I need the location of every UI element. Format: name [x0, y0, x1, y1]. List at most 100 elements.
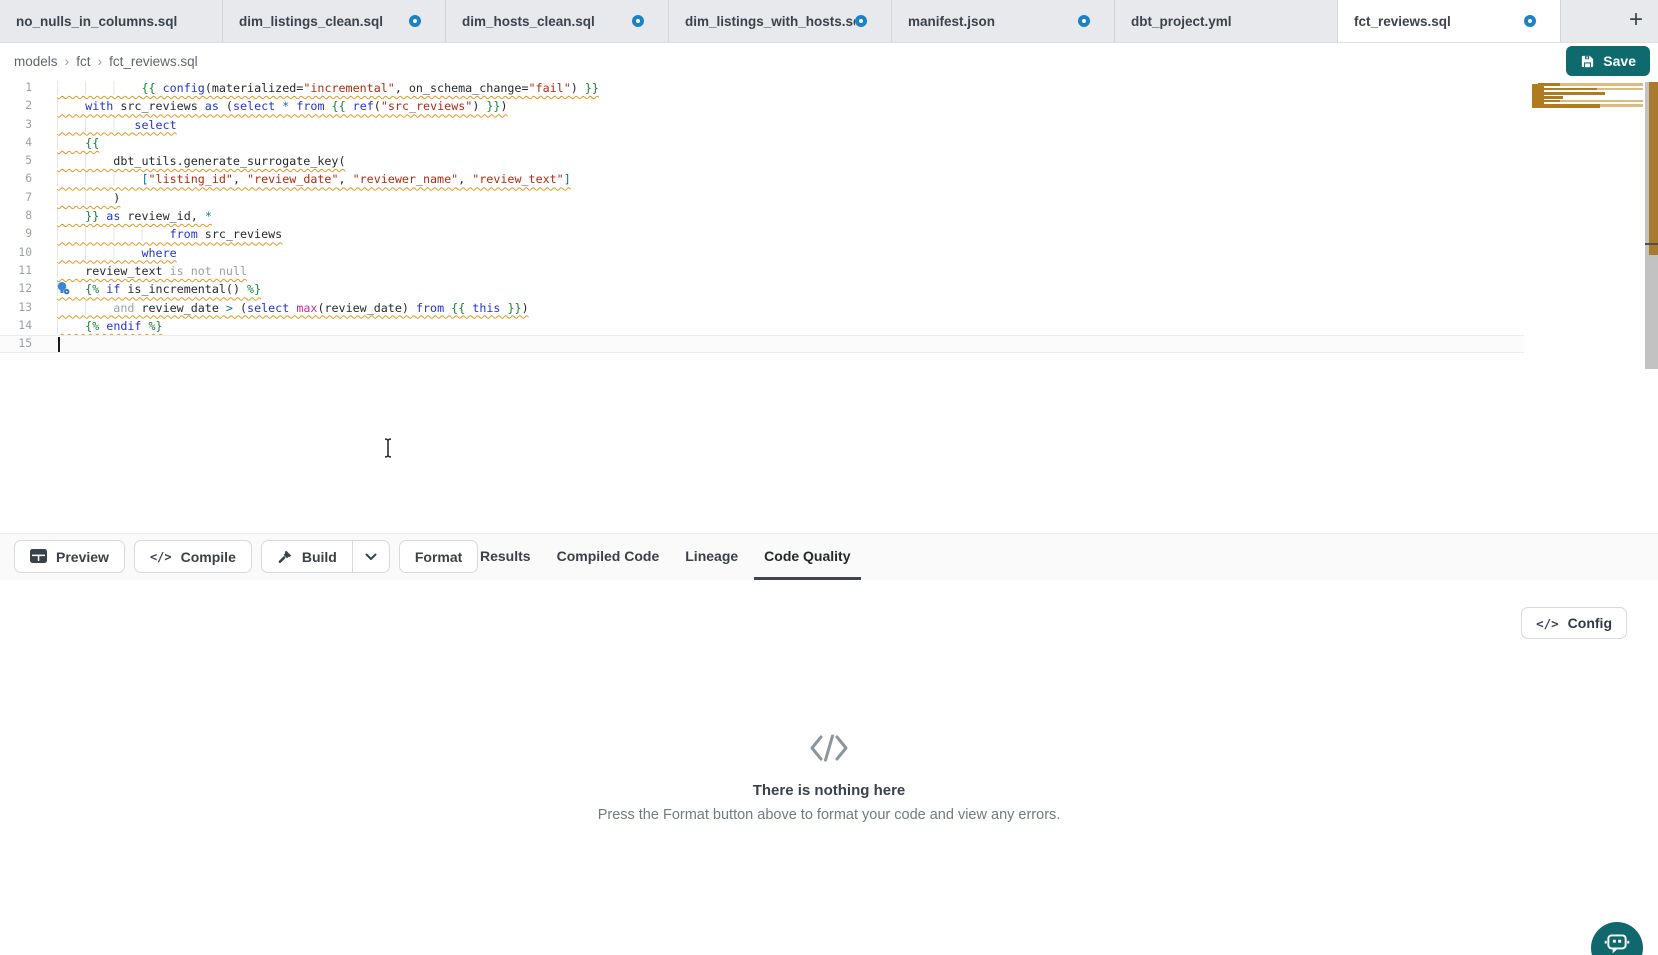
tab-label: fct_reviews.sql — [1354, 14, 1451, 29]
save-button[interactable]: Save — [1566, 46, 1650, 76]
code-line[interactable]: 15 — [0, 335, 1524, 353]
unsaved-changes-dot-icon — [409, 15, 421, 27]
editor-tab-dim_hosts_clean.sql[interactable]: dim_hosts_clean.sql — [446, 0, 669, 42]
line-number: 8 — [0, 207, 32, 225]
editor-vertical-scrollbar[interactable] — [1645, 82, 1658, 369]
new-tab-button[interactable]: + — [1622, 6, 1650, 34]
minimap-line — [1532, 92, 1605, 95]
empty-state: There is nothing here Press the Format b… — [0, 732, 1658, 823]
save-label: Save — [1603, 53, 1636, 69]
editor-tab-dbt_project.yml[interactable]: dbt_project.yml — [1115, 0, 1338, 42]
empty-state-subtitle: Press the Format button above to format … — [0, 807, 1658, 823]
breadcrumb-separator: › — [65, 53, 70, 69]
panel-tab-lineage[interactable]: Lineage — [675, 534, 748, 580]
panel-tab-compiled-code[interactable]: Compiled Code — [547, 534, 670, 580]
code-line[interactable]: 13 and review_date > (select max(review_… — [0, 299, 1524, 317]
tab-label: dim_listings_with_hosts.sql — [685, 14, 855, 29]
editor-tab-dim_listings_with_hosts.sql[interactable]: dim_listings_with_hosts.sql — [669, 0, 892, 42]
line-number: 4 — [0, 134, 32, 152]
minimap-line — [1597, 88, 1643, 91]
minimap-line — [1600, 104, 1643, 107]
bottom-toolbar: Preview </> Compile Build — [0, 533, 1658, 580]
scrollbar-lint-marks — [1649, 82, 1658, 255]
line-number: 2 — [0, 97, 32, 115]
code-line[interactable]: 11 review_text is not null — [0, 262, 1524, 280]
format-button[interactable]: Format — [399, 540, 478, 573]
result-panel-tabs: ResultsCompiled CodeLineageCode Quality — [470, 534, 861, 580]
format-label: Format — [415, 549, 462, 565]
line-number: 5 — [0, 152, 32, 170]
code-editor[interactable]: 1 {{ config(materialized="incremental", … — [0, 79, 1658, 533]
build-dropdown-button[interactable] — [352, 541, 389, 572]
line-number: 1 — [0, 79, 32, 97]
code-line[interactable]: 7 ) — [0, 189, 1524, 207]
lightbulb-code-action-icon[interactable] — [56, 281, 70, 295]
tab-label: dim_hosts_clean.sql — [462, 14, 595, 29]
dbt-ide-screen: no_nulls_in_columns.sql dim_listings_clea… — [0, 0, 1658, 955]
hammer-icon — [277, 549, 293, 565]
minimap-line — [1560, 83, 1643, 86]
config-button[interactable]: </> Config — [1521, 607, 1627, 639]
unsaved-changes-dot-icon — [1078, 15, 1090, 27]
editor-tab-manifest.json[interactable]: manifest.json — [892, 0, 1115, 42]
config-label: Config — [1568, 615, 1612, 631]
compile-label: Compile — [181, 549, 236, 565]
line-number: 15 — [0, 335, 32, 353]
code-icon: </> — [1536, 616, 1559, 631]
unsaved-changes-dot-icon — [1524, 15, 1536, 27]
panel-tab-code-quality[interactable]: Code Quality — [754, 534, 860, 580]
line-number: 7 — [0, 189, 32, 207]
breadcrumb-item[interactable]: models — [14, 54, 58, 69]
code-icon: </> — [150, 550, 172, 564]
line-number: 14 — [0, 317, 32, 335]
table-icon — [30, 549, 47, 564]
minimap-line — [1532, 104, 1600, 108]
unsaved-changes-dot-icon — [855, 15, 867, 27]
tab-label: dbt_project.yml — [1131, 14, 1232, 29]
minimap-line — [1538, 83, 1560, 86]
code-line[interactable]: 12 {% if is_incremental() %} — [0, 280, 1524, 298]
code-line[interactable]: 9 from src_reviews — [0, 225, 1524, 243]
editor-tab-no_nulls_in_columns.sql[interactable]: no_nulls_in_columns.sql — [0, 0, 223, 42]
unsaved-changes-dot-icon — [632, 15, 644, 27]
tab-label: manifest.json — [908, 14, 995, 29]
line-number: 10 — [0, 244, 32, 262]
build-label: Build — [302, 549, 337, 565]
line-number: 11 — [0, 262, 32, 280]
tab-label: no_nulls_in_columns.sql — [16, 14, 177, 29]
tab-label: dim_listings_clean.sql — [239, 14, 383, 29]
preview-label: Preview — [56, 549, 109, 565]
mouse-ibeam-pointer — [381, 437, 395, 464]
code-line[interactable]: 3 select — [0, 116, 1524, 134]
code-line[interactable]: 5 dbt_utils.generate_surrogate_key( — [0, 152, 1524, 170]
editor-tab-fct_reviews.sql[interactable]: fct_reviews.sql — [1338, 0, 1561, 42]
editor-tabs: no_nulls_in_columns.sql dim_listings_clea… — [0, 0, 1561, 42]
panel-tab-results[interactable]: Results — [470, 534, 541, 580]
empty-state-title: There is nothing here — [0, 782, 1658, 799]
text-cursor — [58, 337, 60, 352]
build-split-button: Build — [261, 540, 390, 573]
code-content: 1 {{ config(materialized="incremental", … — [0, 79, 1658, 353]
editor-tab-dim_listings_clean.sql[interactable]: dim_listings_clean.sql — [223, 0, 446, 42]
line-number: 12 — [0, 280, 32, 298]
minimap-line — [1542, 100, 1560, 103]
minimap-line — [1540, 88, 1597, 91]
preview-button[interactable]: Preview — [14, 540, 125, 573]
code-line[interactable]: 4 {{ — [0, 134, 1524, 152]
breadcrumb-item[interactable]: fct — [76, 54, 90, 69]
code-line[interactable]: 8 }} as review_id, * — [0, 207, 1524, 225]
compile-button[interactable]: </> Compile — [134, 540, 252, 573]
line-number: 6 — [0, 170, 32, 188]
minimap-line — [1540, 96, 1563, 99]
code-line[interactable]: 10 where — [0, 244, 1524, 262]
breadcrumb-item[interactable]: fct_reviews.sql — [109, 54, 198, 69]
code-line[interactable]: 6 ["listing_id", "review_date", "reviewe… — [0, 170, 1524, 188]
code-line[interactable]: 14 {% endif %} — [0, 317, 1524, 335]
build-button[interactable]: Build — [262, 541, 352, 572]
code-line[interactable]: 1 {{ config(materialized="incremental", … — [0, 79, 1524, 97]
line-number: 13 — [0, 299, 32, 317]
code-line[interactable]: 2 with src_reviews as (select * from {{ … — [0, 97, 1524, 115]
chevron-down-icon — [365, 553, 377, 561]
editor-tab-bar: no_nulls_in_columns.sql dim_listings_clea… — [0, 0, 1658, 43]
code-minimap[interactable] — [1532, 82, 1644, 109]
